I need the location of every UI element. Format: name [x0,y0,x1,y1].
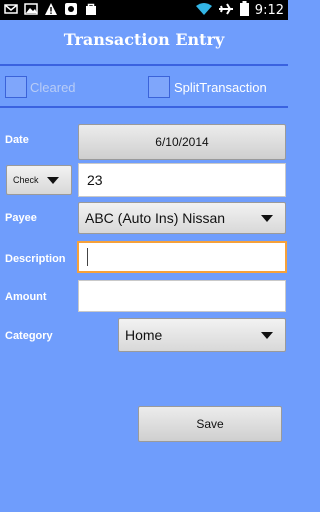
description-label: Description [5,253,66,265]
page-title: Transaction Entry [63,30,225,49]
payee-spinner[interactable]: ABC (Auto Ins) Nissan [78,202,286,234]
check-type-value: Check [13,175,39,185]
bag-icon [84,2,98,16]
cleared-label: Cleared [30,80,76,95]
split-transaction-checkbox[interactable] [148,76,170,98]
title-divider [0,64,288,66]
date-picker-button[interactable]: 6/10/2014 [78,124,286,160]
check-type-spinner[interactable]: Check [6,165,72,195]
notification-icons [4,2,98,16]
split-transaction-label: SplitTransaction [174,80,267,95]
battery-icon [239,1,249,21]
options-divider [0,106,288,108]
category-label: Category [5,330,53,342]
date-label: Date [5,134,29,146]
chevron-down-icon [261,332,273,339]
payee-value: ABC (Auto Ins) Nissan [85,210,226,226]
airplane-icon [218,2,234,21]
image-icon [24,2,38,16]
cleared-checkbox[interactable] [5,76,27,98]
save-label: Save [196,417,224,431]
save-button[interactable]: Save [138,406,282,442]
chevron-down-icon [261,215,273,222]
android-icon [64,2,78,16]
amount-label: Amount [5,291,47,303]
clock: 9:12 [254,3,284,18]
text-cursor [87,248,88,266]
status-bar: 9:12 [0,0,288,20]
warning-icon [44,2,58,16]
amount-field[interactable] [78,280,286,312]
date-value: 6/10/2014 [155,135,209,149]
payee-label: Payee [5,212,37,224]
check-number-value: 23 [87,172,103,188]
mail-icon [4,2,18,16]
category-value: Home [125,327,163,343]
category-spinner[interactable]: Home [118,318,286,352]
description-field[interactable] [77,241,287,273]
chevron-down-icon [47,177,59,184]
check-number-field[interactable]: 23 [78,163,286,197]
wifi-icon [195,2,212,21]
